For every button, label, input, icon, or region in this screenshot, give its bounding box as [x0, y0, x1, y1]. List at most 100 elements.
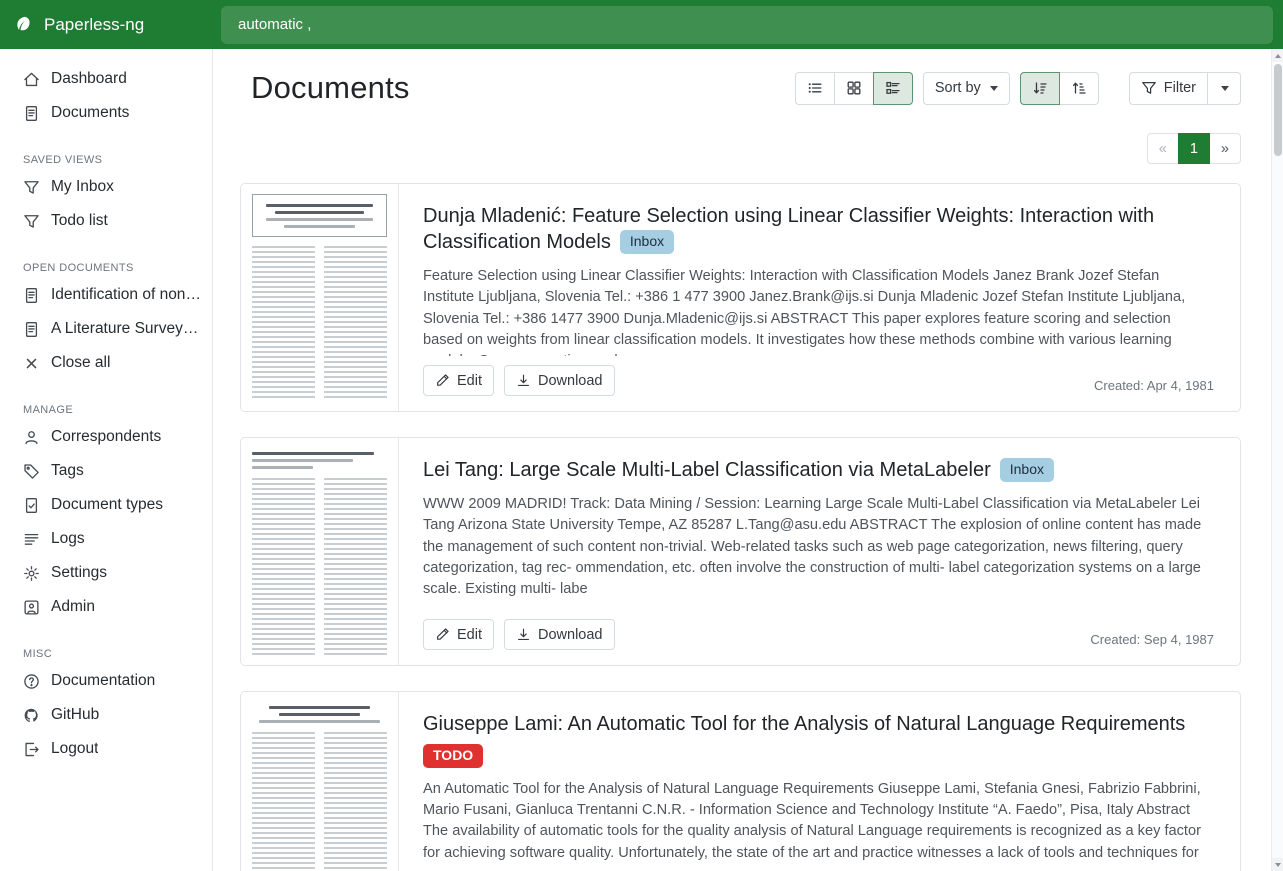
saved-view-icon [23, 213, 40, 230]
dashboard-icon [23, 71, 40, 88]
sidebar-item-label: Close all [51, 354, 110, 372]
sidebar-item-logout[interactable]: Logout [0, 732, 212, 766]
open-document-icon [23, 321, 40, 338]
created-date: Created: Sep 4, 1987 [1090, 632, 1214, 647]
sidebar-item-label: A Literature Survey on ... [51, 320, 202, 338]
sort-down-icon [1032, 80, 1048, 96]
scroll-down-arrow-icon[interactable] [1272, 858, 1283, 871]
sidebar-item-settings[interactable]: Settings [0, 556, 212, 590]
document-title-link[interactable]: Dunja Mladenić: Feature Selection using … [423, 203, 1214, 255]
sidebar-item-label: Todo list [51, 212, 108, 230]
document-card: Lei Tang: Large Scale Multi-Label Classi… [240, 437, 1241, 666]
tag-badge[interactable]: Inbox [1000, 458, 1054, 482]
sidebar-item-documents[interactable]: Documents [0, 96, 212, 130]
document-title-link[interactable]: Giuseppe Lami: An Automatic Tool for the… [423, 711, 1214, 737]
sidebar-item-documentation[interactable]: Documentation [0, 664, 212, 698]
document-thumbnail[interactable] [241, 438, 399, 665]
app-brand[interactable]: Paperless-ng [0, 0, 213, 49]
document-title-link[interactable]: Lei Tang: Large Scale Multi-Label Classi… [423, 457, 1214, 483]
grid-view-button[interactable] [834, 72, 874, 105]
download-button[interactable]: Download [504, 619, 615, 650]
logout-icon [23, 741, 40, 758]
documentation-icon [23, 673, 40, 690]
sidebar-item-label: Logs [51, 530, 85, 548]
document-title: Dunja Mladenić: Feature Selection using … [423, 205, 1154, 253]
sort-alpha-button[interactable] [1059, 72, 1099, 105]
document-excerpt: An Automatic Tool for the Analysis of Na… [423, 779, 1214, 864]
document-thumbnail[interactable] [241, 184, 399, 411]
sidebar-section-saved-views: SAVED VIEWS [0, 154, 212, 166]
sidebar: Dashboard Documents SAVED VIEWS My Inbox… [0, 49, 213, 871]
grid-view-icon [846, 80, 862, 96]
list-view-icon [807, 80, 823, 96]
edit-button[interactable]: Edit [423, 619, 494, 650]
sort-descending-button[interactable] [1020, 72, 1060, 105]
page-title: Documents [251, 70, 410, 106]
document-title: Lei Tang: Large Scale Multi-Label Classi… [423, 459, 991, 481]
sidebar-item-label: GitHub [51, 706, 99, 724]
sort-by-dropdown[interactable]: Sort by [923, 72, 1010, 105]
chevron-down-icon [1221, 86, 1229, 91]
sidebar-item-close-all[interactable]: Close all [0, 346, 212, 380]
sidebar-item-label: My Inbox [51, 178, 114, 196]
global-search-input[interactable] [221, 6, 1273, 44]
pagination-prev-button[interactable]: « [1147, 133, 1179, 164]
app-title: Paperless-ng [44, 15, 144, 35]
sidebar-item-label: Documentation [51, 672, 155, 690]
filter-caret-button[interactable] [1207, 72, 1241, 105]
edit-button[interactable]: Edit [423, 365, 494, 396]
download-button[interactable]: Download [504, 365, 615, 396]
sidebar-item-correspondents[interactable]: Correspondents [0, 420, 212, 454]
scroll-up-arrow-icon[interactable] [1272, 49, 1283, 62]
sidebar-item-tags[interactable]: Tags [0, 454, 212, 488]
search-bar [213, 0, 1283, 49]
download-label: Download [538, 627, 603, 643]
sidebar-item-my-inbox[interactable]: My Inbox [0, 170, 212, 204]
documents-icon [23, 105, 40, 122]
paperless-logo-icon [15, 15, 35, 35]
pagination-page-1[interactable]: 1 [1178, 133, 1210, 164]
created-date: Created: Apr 4, 1981 [1094, 378, 1214, 393]
document-thumbnail[interactable] [241, 692, 399, 871]
sidebar-item-label: Documents [51, 104, 129, 122]
logs-icon [23, 531, 40, 548]
filter-funnel-icon [1141, 80, 1157, 96]
list-view-button[interactable] [795, 72, 835, 105]
sidebar-item-label: Admin [51, 598, 95, 616]
tag-badge[interactable]: TODO [423, 744, 483, 768]
correspondents-icon [23, 429, 40, 446]
sidebar-item-open-document-1[interactable]: Identification of non-fu... [0, 278, 212, 312]
download-label: Download [538, 373, 603, 389]
document-title: Giuseppe Lami: An Automatic Tool for the… [423, 713, 1185, 735]
view-toggle-group [795, 72, 913, 105]
edit-label: Edit [457, 373, 482, 389]
settings-icon [23, 565, 40, 582]
document-excerpt: Feature Selection using Linear Classifie… [423, 266, 1214, 356]
sidebar-section-open-documents: OPEN DOCUMENTS [0, 262, 212, 274]
sidebar-item-document-types[interactable]: Document types [0, 488, 212, 522]
sidebar-item-open-document-2[interactable]: A Literature Survey on ... [0, 312, 212, 346]
sidebar-item-github[interactable]: GitHub [0, 698, 212, 732]
chevron-down-icon [990, 86, 998, 91]
sidebar-section-misc: MISC [0, 648, 212, 660]
pencil-icon [435, 627, 450, 642]
vertical-scrollbar[interactable] [1271, 49, 1283, 871]
pagination-next-button[interactable]: » [1209, 133, 1241, 164]
filter-label: Filter [1164, 80, 1196, 96]
close-icon [23, 355, 40, 372]
detail-view-button[interactable] [873, 72, 913, 105]
tag-badge[interactable]: Inbox [620, 230, 674, 254]
sort-direction-group [1020, 72, 1099, 105]
filter-button[interactable]: Filter [1129, 72, 1208, 105]
sidebar-item-dashboard[interactable]: Dashboard [0, 62, 212, 96]
main-content: Documents [213, 49, 1271, 871]
sidebar-item-todo-list[interactable]: Todo list [0, 204, 212, 238]
sidebar-item-label: Tags [51, 462, 84, 480]
sidebar-item-label: Settings [51, 564, 107, 582]
sidebar-item-admin[interactable]: Admin [0, 590, 212, 624]
edit-label: Edit [457, 627, 482, 643]
top-navbar: Paperless-ng [0, 0, 1283, 49]
sidebar-item-logs[interactable]: Logs [0, 522, 212, 556]
scrollbar-thumb[interactable] [1274, 64, 1282, 156]
sidebar-item-label: Dashboard [51, 70, 127, 88]
